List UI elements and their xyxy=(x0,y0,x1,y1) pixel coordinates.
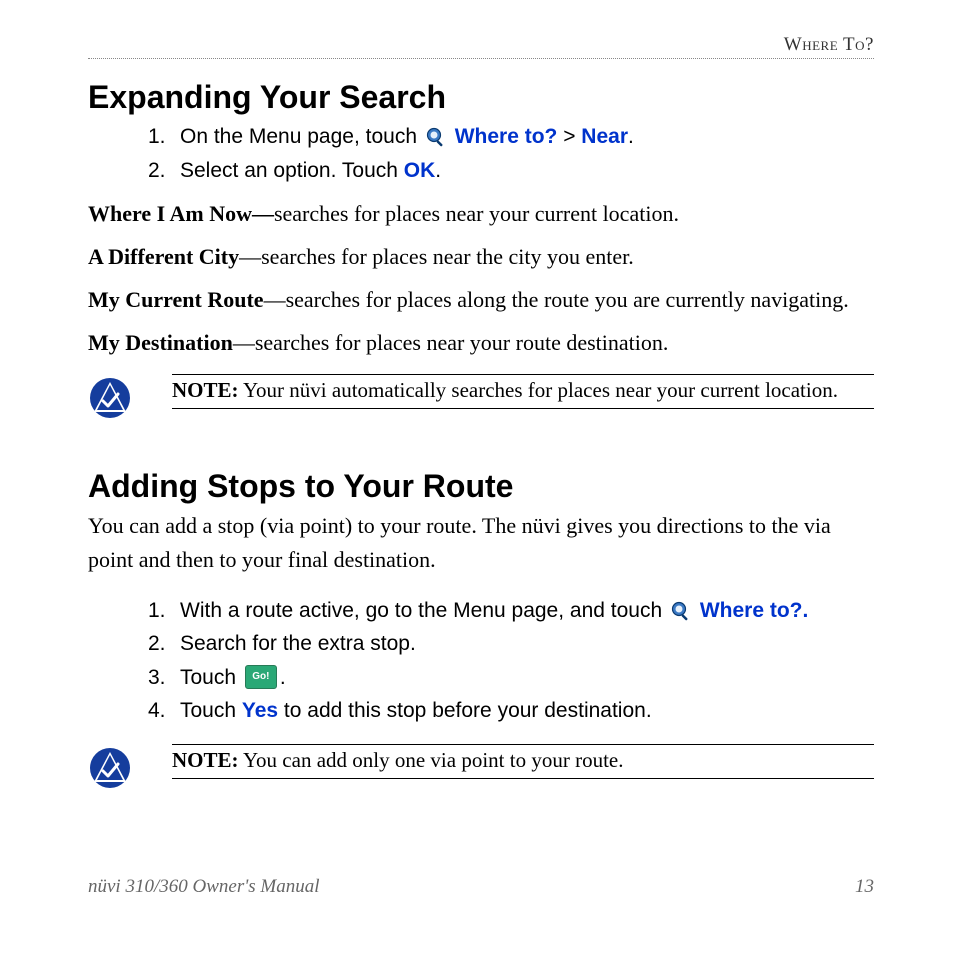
definition-line: My Current Route—searches for places alo… xyxy=(88,285,874,316)
manual-title: nüvi 310/360 Owner's Manual xyxy=(88,876,320,898)
note-text: NOTE: You can add only one via point to … xyxy=(172,744,874,779)
header-rule xyxy=(88,58,874,59)
header-breadcrumb: Where To? xyxy=(88,34,874,58)
definition-line: Where I Am Now—searches for places near … xyxy=(88,199,874,230)
intro-paragraph: You can add a stop (via point) to your r… xyxy=(88,509,874,577)
note-text: NOTE: Your nüvi automatically searches f… xyxy=(172,374,874,409)
section-heading-adding: Adding Stops to Your Route xyxy=(88,468,874,505)
list-item: 2. Search for the extra stop. xyxy=(148,627,874,661)
note-check-icon xyxy=(88,374,172,420)
list-item: 1. On the Menu page, touch Where to? > N… xyxy=(148,120,874,154)
steps-list-2: 1. With a route active, go to the Menu p… xyxy=(148,594,874,728)
section-heading-expanding: Expanding Your Search xyxy=(88,79,874,116)
note-block: NOTE: Your nüvi automatically searches f… xyxy=(88,374,874,420)
list-item: 3. Touch Go!. xyxy=(148,661,874,695)
note-check-icon xyxy=(88,744,172,790)
note-block: NOTE: You can add only one via point to … xyxy=(88,744,874,790)
magnifier-icon xyxy=(670,600,692,622)
magnifier-icon xyxy=(425,126,447,148)
list-item: 1. With a route active, go to the Menu p… xyxy=(148,594,874,628)
list-item: 2. Select an option. Touch OK. xyxy=(148,154,874,188)
definition-line: A Different City—searches for places nea… xyxy=(88,242,874,273)
steps-list-1: 1. On the Menu page, touch Where to? > N… xyxy=(148,120,874,187)
go-button-icon: Go! xyxy=(245,665,277,689)
page-number: 13 xyxy=(855,876,874,898)
manual-page: Where To? Expanding Your Search 1. On th… xyxy=(0,0,954,954)
definition-line: My Destination—searches for places near … xyxy=(88,328,874,359)
list-item: 4. Touch Yes to add this stop before you… xyxy=(148,694,874,728)
page-footer: nüvi 310/360 Owner's Manual 13 xyxy=(88,876,874,898)
